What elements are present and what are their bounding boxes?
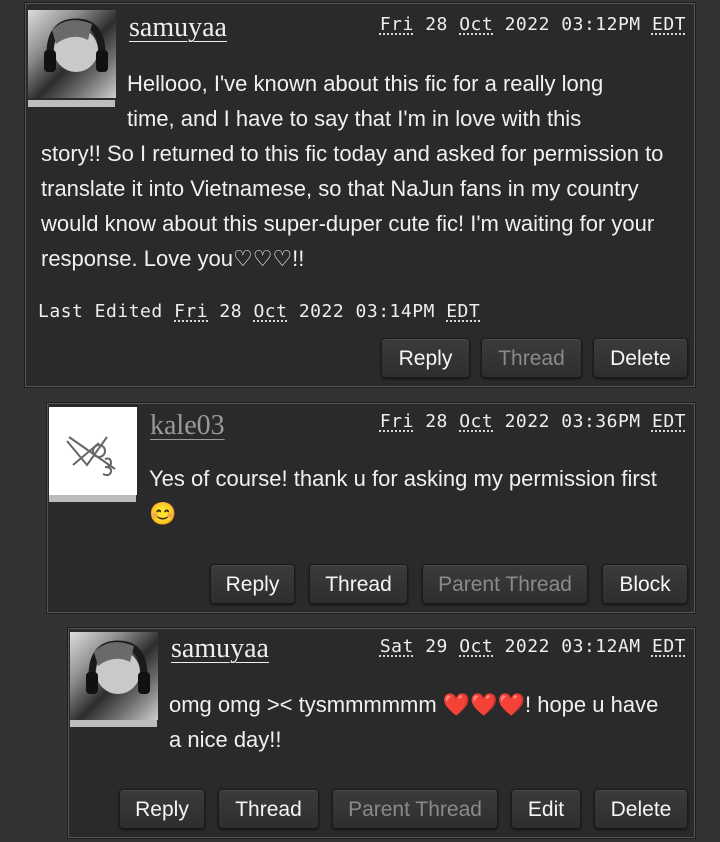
year: 2022 (298, 301, 345, 322)
comment-datetime: Fri 28 Oct 2022 03:36PM EDT (380, 411, 686, 432)
comment-datetime: Fri 28 Oct 2022 03:12PM EDT (380, 14, 686, 35)
block-button[interactable]: Block (602, 564, 688, 604)
year: 2022 (504, 14, 550, 35)
comment-text: omg omg >< tysmmmmmm ❤️❤️❤️! hope u have… (169, 692, 659, 752)
comment-2: kale03 Fri 28 Oct 2022 03:36PM EDT Yes o… (47, 403, 695, 613)
parent-thread-button: Parent Thread (332, 789, 498, 829)
timezone: EDT (651, 14, 686, 35)
weekday: Fri (174, 301, 209, 322)
comment-text-line2: time, and I have to say that I'm in love… (127, 106, 582, 131)
avatar[interactable] (28, 10, 116, 98)
avatar-underline (49, 495, 136, 502)
avatar-underline (70, 720, 157, 727)
timezone: EDT (446, 301, 481, 322)
avatar[interactable] (49, 407, 137, 495)
parent-thread-button: Parent Thread (422, 564, 588, 604)
avatar[interactable] (70, 632, 158, 720)
weekday: Fri (379, 411, 414, 432)
reply-button[interactable]: Reply (119, 789, 205, 829)
day: 28 (425, 14, 448, 35)
comment-author[interactable]: samuyaa (129, 12, 227, 44)
headphones-portrait-icon (44, 18, 108, 72)
day: 29 (425, 636, 448, 657)
comment-1: samuyaa Fri 28 Oct 2022 03:12PM EDT Hell… (25, 3, 695, 387)
thread-button: Thread (481, 338, 582, 378)
month: Oct (459, 14, 494, 35)
year: 2022 (504, 411, 550, 432)
time: 03:36PM (561, 411, 641, 432)
delete-button[interactable]: Delete (594, 789, 688, 829)
day: 28 (219, 301, 243, 322)
comment-author[interactable]: kale03 (150, 410, 225, 442)
comment-text: Yes of course! thank u for asking my per… (149, 466, 657, 526)
thread-button[interactable]: Thread (218, 789, 319, 829)
headphones-portrait-icon (86, 640, 150, 694)
delete-button[interactable]: Delete (593, 338, 688, 378)
comment-author[interactable]: samuyaa (171, 633, 269, 665)
last-edited-label: Last Edited (38, 301, 163, 322)
kale-logo-icon (66, 436, 116, 477)
thread-button[interactable]: Thread (309, 564, 408, 604)
time: 03:12PM (561, 14, 641, 35)
timezone: EDT (651, 636, 686, 657)
month: Oct (253, 301, 288, 322)
comment-text-line1: Hellooo, I've known about this fic for a… (127, 71, 604, 96)
year: 2022 (504, 636, 550, 657)
comment-datetime: Sat 29 Oct 2022 03:12AM EDT (380, 636, 686, 657)
comment-3: samuyaa Sat 29 Oct 2022 03:12AM EDT omg … (68, 628, 695, 838)
comment-text-rest: story!! So I returned to this fic today … (41, 141, 664, 271)
reply-button[interactable]: Reply (210, 564, 295, 604)
month: Oct (459, 411, 494, 432)
weekday: Sat (379, 636, 414, 657)
day: 28 (425, 411, 448, 432)
month: Oct (459, 636, 494, 657)
time: 03:14PM (355, 301, 435, 322)
time: 03:12AM (561, 636, 641, 657)
avatar-underline (28, 100, 115, 107)
edit-button[interactable]: Edit (511, 789, 581, 829)
timezone: EDT (651, 411, 686, 432)
weekday: Fri (379, 14, 414, 35)
reply-button[interactable]: Reply (381, 338, 470, 378)
last-edited: Last Edited Fri 28 Oct 2022 03:14PM EDT (38, 301, 480, 322)
